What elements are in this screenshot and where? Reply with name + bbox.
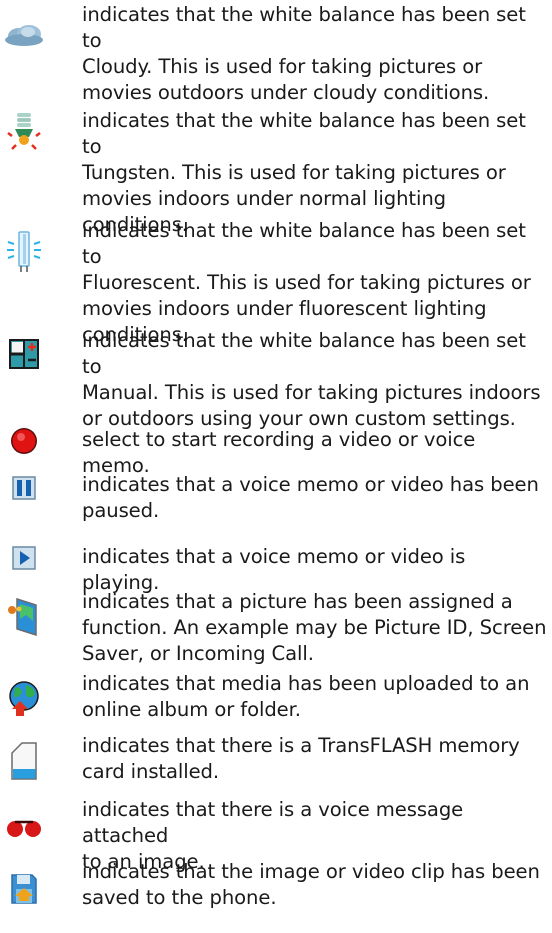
item-description: indicates that the white balance has bee… bbox=[82, 3, 526, 104]
saved-to-phone-icon bbox=[2, 867, 46, 911]
pause-icon bbox=[2, 466, 46, 510]
manual-wb-icon bbox=[2, 334, 46, 378]
item-description: indicates that a voice memo or video has… bbox=[82, 473, 539, 522]
item-description: indicates that there is a TransFLASH mem… bbox=[82, 734, 520, 783]
memory-card-icon bbox=[2, 739, 46, 783]
item-description: indicates that media has been uploaded t… bbox=[82, 672, 530, 721]
play-icon bbox=[2, 536, 46, 580]
voice-attached-icon bbox=[2, 805, 46, 849]
cloudy-wb-icon bbox=[2, 12, 46, 56]
item-description: indicates that the image or video clip h… bbox=[82, 860, 540, 909]
item-description: indicates that the white balance has bee… bbox=[82, 329, 541, 430]
fluorescent-wb-icon bbox=[2, 230, 46, 274]
tungsten-wb-icon bbox=[2, 109, 46, 153]
record-icon bbox=[2, 419, 46, 463]
uploaded-globe-icon bbox=[2, 676, 46, 720]
assigned-picture-icon bbox=[2, 595, 46, 639]
item-description: indicates that a picture has been assign… bbox=[82, 590, 547, 665]
